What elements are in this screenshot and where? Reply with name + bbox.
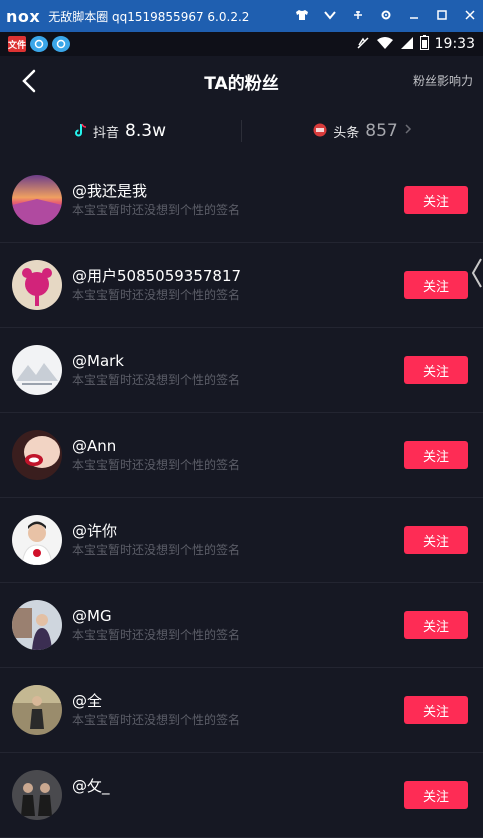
emulator-controls bbox=[295, 9, 477, 24]
avatar[interactable] bbox=[12, 345, 62, 395]
follow-button[interactable]: 关注 bbox=[404, 696, 468, 724]
follower-row[interactable]: @Ann 本宝宝暂时还没想到个性的签名 关注 bbox=[0, 413, 483, 498]
follow-button[interactable]: 关注 bbox=[404, 526, 468, 554]
stat-douyin-count: 8.3w bbox=[125, 121, 166, 141]
chevron-down-icon[interactable] bbox=[323, 9, 337, 23]
top-nav: TA的粉丝 粉丝影响力 bbox=[0, 56, 483, 106]
shirt-icon[interactable] bbox=[295, 9, 309, 24]
close-icon[interactable] bbox=[463, 9, 477, 24]
minimize-icon[interactable] bbox=[407, 9, 421, 24]
wifi-icon bbox=[376, 35, 394, 54]
platform-stats: 抖音 8.3w 头条 857 bbox=[0, 106, 483, 156]
username: @MG bbox=[72, 607, 112, 625]
follower-row[interactable]: @Mark 本宝宝暂时还没想到个性的签名 关注 bbox=[0, 328, 483, 413]
stat-toutiao[interactable]: 头条 857 bbox=[242, 121, 483, 141]
pin-icon[interactable] bbox=[351, 9, 365, 24]
sync-icon bbox=[52, 36, 70, 52]
avatar[interactable] bbox=[12, 515, 62, 565]
username: @全 bbox=[72, 692, 103, 710]
avatar[interactable] bbox=[12, 770, 62, 820]
signature: 本宝宝暂时还没想到个性的签名 bbox=[72, 458, 241, 472]
signature: 本宝宝暂时还没想到个性的签名 bbox=[72, 543, 241, 557]
toutiao-icon bbox=[313, 122, 327, 141]
avatar[interactable] bbox=[12, 600, 62, 650]
battery-icon bbox=[419, 34, 429, 54]
emulator-title-bar: nox 无敌脚本圈 qq1519855967 6.0.2.2 bbox=[0, 0, 483, 32]
status-right: 19:33 bbox=[356, 34, 475, 54]
notification-label: 文件 bbox=[8, 40, 27, 51]
username: @攵_ bbox=[72, 777, 110, 795]
signature: 本宝宝暂时还没想到个性的签名 bbox=[72, 288, 241, 302]
avatar[interactable] bbox=[12, 260, 62, 310]
follow-button[interactable]: 关注 bbox=[404, 271, 468, 299]
gear-icon[interactable] bbox=[379, 9, 393, 24]
follow-button[interactable]: 关注 bbox=[404, 441, 468, 469]
follower-row[interactable]: @许你 本宝宝暂时还没想到个性的签名 关注 bbox=[0, 498, 483, 583]
android-status-bar: 文件 19:33 bbox=[0, 32, 483, 56]
follower-row[interactable]: @全 本宝宝暂时还没想到个性的签名 关注 bbox=[0, 668, 483, 753]
signal-icon bbox=[400, 35, 414, 54]
chevron-right-icon bbox=[404, 123, 412, 139]
fans-influence-link[interactable]: 粉丝影响力 bbox=[413, 72, 473, 89]
stat-toutiao-label: 头条 bbox=[333, 125, 360, 141]
page-title: TA的粉丝 bbox=[204, 73, 279, 94]
avatar[interactable] bbox=[12, 430, 62, 480]
clock: 19:33 bbox=[434, 36, 475, 52]
chevron-left-icon bbox=[22, 69, 36, 93]
username: @用户5085059357817 bbox=[72, 267, 242, 285]
emulator-title: 无敌脚本圈 qq1519855967 6.0.2.2 bbox=[48, 9, 250, 24]
avatar[interactable] bbox=[12, 175, 62, 225]
follow-button[interactable]: 关注 bbox=[404, 186, 468, 214]
signature: 本宝宝暂时还没想到个性的签名 bbox=[72, 713, 241, 727]
follower-row[interactable]: @攵_ 关注 bbox=[0, 753, 483, 838]
username: @我还是我 bbox=[72, 182, 148, 200]
maximize-icon[interactable] bbox=[435, 9, 449, 24]
follower-row[interactable]: @用户5085059357817 本宝宝暂时还没想到个性的签名 关注 bbox=[0, 243, 483, 328]
follower-row[interactable]: @我还是我 本宝宝暂时还没想到个性的签名 关注 bbox=[0, 158, 483, 243]
side-expand-handle[interactable] bbox=[469, 257, 483, 289]
notification-icon: 文件 bbox=[8, 36, 26, 52]
follow-button[interactable]: 关注 bbox=[404, 611, 468, 639]
stat-toutiao-count: 857 bbox=[365, 121, 398, 141]
username: @许你 bbox=[72, 522, 118, 540]
back-button[interactable] bbox=[18, 68, 40, 94]
follow-button[interactable]: 关注 bbox=[404, 356, 468, 384]
signature: 本宝宝暂时还没想到个性的签名 bbox=[72, 373, 241, 387]
douyin-icon bbox=[75, 122, 87, 141]
username: @Mark bbox=[72, 352, 124, 370]
expand-arrows-icon bbox=[471, 258, 482, 288]
mute-icon bbox=[356, 35, 370, 54]
stat-douyin-label: 抖音 bbox=[93, 125, 120, 141]
stat-douyin[interactable]: 抖音 8.3w bbox=[0, 121, 241, 141]
username: @Ann bbox=[72, 437, 117, 455]
avatar[interactable] bbox=[12, 685, 62, 735]
follow-button[interactable]: 关注 bbox=[404, 781, 468, 809]
follower-list: @我还是我 本宝宝暂时还没想到个性的签名 关注 @用户5085059357817… bbox=[0, 158, 483, 838]
signature: 本宝宝暂时还没想到个性的签名 bbox=[72, 203, 241, 217]
sync-icon bbox=[30, 36, 48, 52]
follower-row[interactable]: @MG 本宝宝暂时还没想到个性的签名 关注 bbox=[0, 583, 483, 668]
signature: 本宝宝暂时还没想到个性的签名 bbox=[72, 628, 241, 642]
nox-logo: nox bbox=[6, 6, 41, 26]
